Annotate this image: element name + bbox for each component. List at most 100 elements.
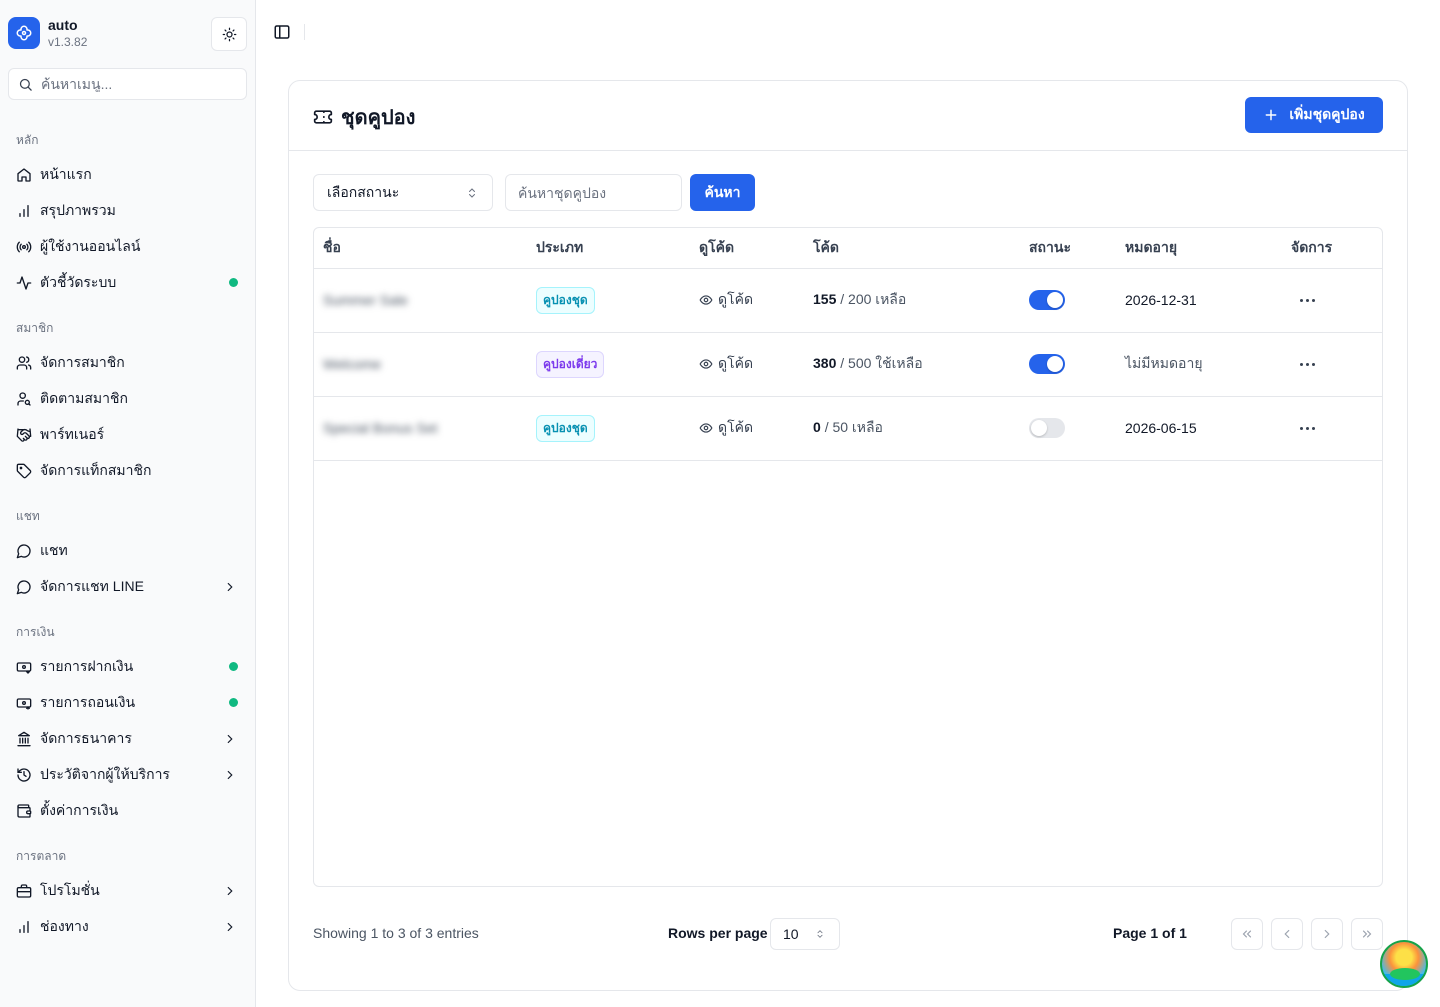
chevron-left-icon	[1284, 929, 1290, 939]
status-toggle[interactable]	[1029, 354, 1065, 374]
view-code-link[interactable]: ดูโค้ด	[699, 353, 804, 375]
rows-per-page-label: Rows per page	[668, 925, 768, 941]
sidebar-toggle-button[interactable]	[272, 22, 292, 42]
handshake-icon	[16, 427, 32, 443]
sidebar-item-chat[interactable]: แชท	[8, 535, 248, 567]
table-row: Welcome คูปองเดี่ยว ดูโค้ด 380 / 500 ใช้…	[314, 332, 1382, 397]
sidebar-item-label: ติดตามสมาชิก	[40, 390, 128, 406]
first-page-button[interactable]	[1231, 918, 1263, 950]
sidebar-item-label: จัดการแท็กสมาชิก	[40, 462, 152, 478]
status-filter-select[interactable]: เลือกสถานะ	[313, 174, 493, 211]
sidebar-item-deposits[interactable]: รายการฝากเงิน	[8, 651, 248, 683]
code-remaining: 155	[813, 291, 837, 307]
column-header-name: ชื่อ	[314, 228, 527, 269]
coupon-name: Special Bonus Set	[323, 420, 438, 436]
chevrons-up-down-icon	[469, 188, 475, 198]
sidebar-item-manage-members[interactable]: จัดการสมาชิก	[8, 347, 248, 379]
sidebar-item-label: รายการถอนเงิน	[40, 694, 136, 710]
sidebar-item-withdrawals[interactable]: รายการถอนเงิน	[8, 687, 248, 719]
sidebar-item-track-members[interactable]: ติดตามสมาชิก	[8, 383, 248, 415]
sidebar-item-banks[interactable]: จัดการธนาคาร	[8, 723, 248, 755]
app-logo-icon	[8, 17, 40, 49]
view-code-label: ดูโค้ด	[718, 419, 754, 435]
chevron-right-icon	[222, 767, 238, 783]
search-icon	[19, 78, 32, 91]
row-actions-button[interactable]	[1291, 426, 1382, 430]
view-code-label: ดูโค้ด	[718, 355, 754, 371]
page-indicator: Page 1 of 1	[1113, 925, 1187, 941]
theme-toggle-button[interactable]	[211, 17, 247, 51]
users-icon	[16, 355, 32, 371]
sidebar-item-label: ช่องทาง	[40, 918, 89, 934]
view-code-link[interactable]: ดูโค้ด	[699, 289, 804, 311]
message-circle-icon	[16, 579, 32, 595]
sidebar-item-label: ตัวชี้วัดระบบ	[40, 274, 117, 290]
row-actions-button[interactable]	[1291, 298, 1382, 302]
menu-search[interactable]	[8, 68, 247, 100]
wallet-icon	[16, 803, 32, 819]
search-button[interactable]: ค้นหา	[690, 174, 755, 211]
type-badge: คูปองเดี่ยว	[536, 350, 605, 378]
status-toggle[interactable]	[1029, 418, 1065, 438]
chevron-right-icon	[222, 883, 238, 899]
code-remaining: 380	[813, 355, 837, 371]
sidebar-item-line-chat[interactable]: จัดการแชท LINE	[8, 571, 248, 603]
floating-avatar-button[interactable]	[1380, 940, 1428, 988]
type-badge: คูปองชุด	[536, 286, 595, 314]
column-header-type: ประเภท	[527, 228, 690, 269]
brand-name: auto	[48, 17, 78, 33]
rows-per-page-value: 10	[783, 926, 799, 942]
sidebar-item-label: จัดการแชท LINE	[40, 578, 144, 594]
table-row: Summer Sale คูปองชุด ดูโค้ด 155 / 200 เห…	[314, 268, 1382, 333]
plus-icon	[1265, 109, 1277, 121]
status-filter-value: เลือกสถานะ	[327, 183, 400, 200]
sidebar-item-provider-history[interactable]: ประวัติจากผู้ให้บริการ	[8, 759, 248, 791]
coupon-sets-table: ชื่อ ประเภท ดูโค้ด โค้ด สถานะ หมดอายุ จั…	[313, 227, 1383, 887]
menu-search-input[interactable]	[41, 76, 231, 92]
previous-page-button[interactable]	[1271, 918, 1303, 950]
expiry-date: ไม่มีหมดอายุ	[1125, 355, 1203, 371]
status-dot	[229, 662, 238, 671]
sidebar-item-label: จัดการสมาชิก	[40, 354, 125, 370]
sidebar-item-channels[interactable]: ช่องทาง	[8, 911, 248, 943]
add-coupon-set-button[interactable]: เพิ่มชุดคูปอง	[1245, 97, 1383, 133]
banknote-out-icon	[16, 695, 32, 711]
sidebar-item-member-tags[interactable]: จัดการแท็กสมาชิก	[8, 455, 248, 487]
tag-icon	[16, 463, 32, 479]
sidebar-item-online-users[interactable]: ผู้ใช้งานออนไลน์	[8, 231, 248, 263]
column-header-view-code: ดูโค้ด	[690, 228, 804, 269]
table-row: Special Bonus Set คูปองชุด ดูโค้ด 0 / 50…	[314, 396, 1382, 461]
code-total: / 50 เหลือ	[824, 419, 883, 435]
status-dot	[229, 278, 238, 287]
expiry-date: 2026-12-31	[1125, 292, 1197, 308]
add-button-label: เพิ่มชุดคูปอง	[1289, 106, 1365, 122]
sidebar-item-promotions[interactable]: โปรโมชั่น	[8, 875, 248, 907]
row-actions-button[interactable]	[1291, 362, 1382, 366]
chevron-right-icon	[1324, 929, 1330, 939]
sidebar-item-label: ตั้งค่าการเงิน	[40, 802, 119, 818]
chevron-right-icon	[222, 731, 238, 747]
activity-icon	[16, 275, 32, 291]
status-toggle[interactable]	[1029, 290, 1065, 310]
chevrons-left-icon	[1242, 930, 1252, 938]
group-label-marketing: การตลาด	[16, 849, 67, 863]
rows-per-page-select[interactable]: 10	[770, 918, 840, 950]
coupon-search-input[interactable]	[505, 174, 682, 211]
view-code-link[interactable]: ดูโค้ด	[699, 417, 804, 439]
last-page-button[interactable]	[1351, 918, 1383, 950]
sidebar-item-system-metrics[interactable]: ตัวชี้วัดระบบ	[8, 267, 248, 299]
column-header-actions: จัดการ	[1282, 228, 1382, 269]
ticket-icon	[313, 110, 333, 124]
chevrons-right-icon	[1362, 930, 1372, 938]
sidebar-item-home[interactable]: หน้าแรก	[8, 159, 248, 191]
next-page-button[interactable]	[1311, 918, 1343, 950]
briefcase-icon	[16, 883, 32, 899]
coupon-name: Summer Sale	[323, 292, 408, 308]
banknote-in-icon	[16, 659, 32, 675]
sidebar-item-partner[interactable]: พาร์ทเนอร์	[8, 419, 248, 451]
sidebar-item-label: สรุปภาพรวม	[40, 202, 116, 218]
sidebar-item-overview[interactable]: สรุปภาพรวม	[8, 195, 248, 227]
sidebar-item-finance-settings[interactable]: ตั้งค่าการเงิน	[8, 795, 248, 827]
code-remaining: 0	[813, 419, 821, 435]
eye-icon	[699, 295, 713, 305]
